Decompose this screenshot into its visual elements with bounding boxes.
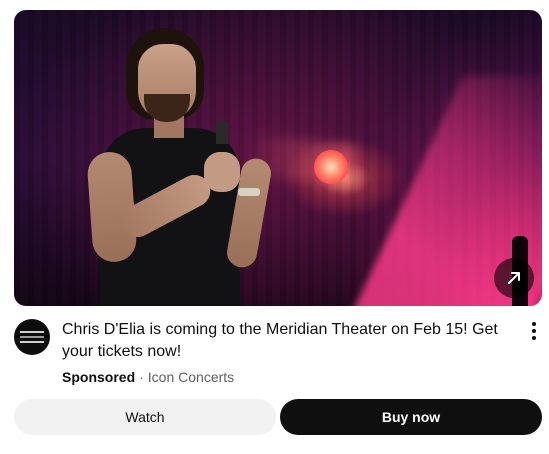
meta-separator: · xyxy=(139,369,144,385)
ad-title[interactable]: Chris D'Elia is coming to the Meridian T… xyxy=(62,319,506,363)
more-vert-icon xyxy=(532,322,536,326)
sponsored-label: Sponsored xyxy=(62,369,136,385)
ad-thumbnail[interactable] xyxy=(14,10,542,306)
stage-light xyxy=(314,150,348,184)
watch-button[interactable]: Watch xyxy=(14,399,276,435)
ad-meta: Sponsored · Icon Concerts xyxy=(62,368,234,386)
comedian-figure xyxy=(86,22,278,306)
advertiser-avatar[interactable] xyxy=(14,319,50,355)
external-link-arrow-icon xyxy=(508,272,520,284)
more-options-button[interactable] xyxy=(524,320,544,342)
open-link-button[interactable] xyxy=(494,258,534,298)
advertiser-name: Icon Concerts xyxy=(147,369,235,385)
icon-concerts-logo xyxy=(20,331,44,343)
buy-now-button[interactable]: Buy now xyxy=(280,399,542,435)
